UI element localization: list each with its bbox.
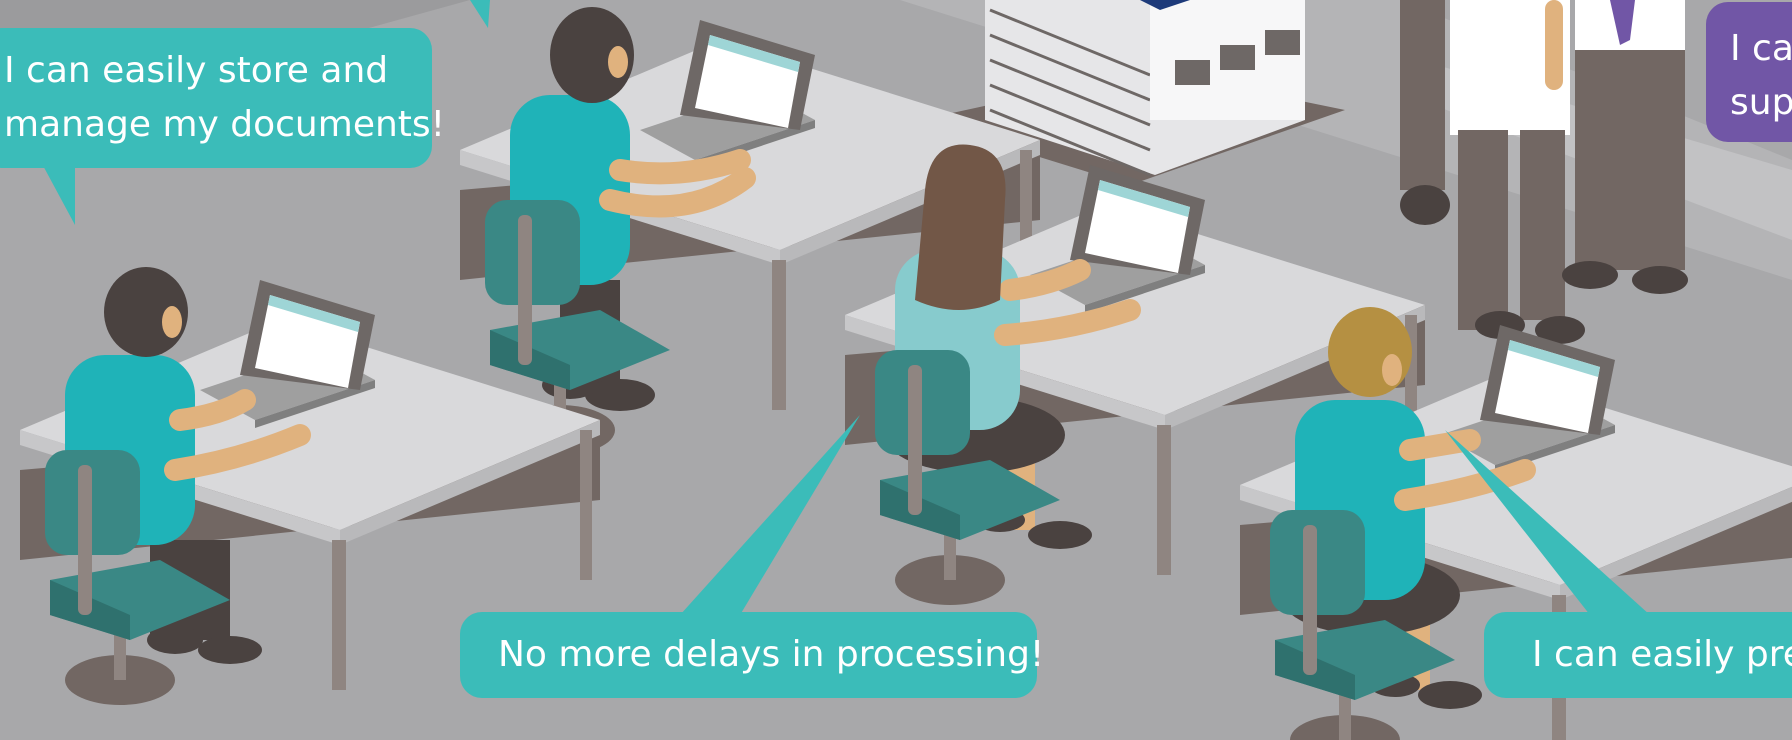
speech-bubble-store-documents: I can easily store and manage my documen… [0, 28, 446, 168]
bubble-line: sup [1730, 82, 1792, 123]
speech-bubble-no-delays: No more delays in processing! [460, 612, 1045, 698]
bubble-line: No more delays in processing! [498, 634, 1045, 675]
bubble-line: I can easily store and [4, 50, 389, 91]
speech-bubble-support: I ca sup [1706, 2, 1792, 142]
bubble-line: I can easily prep [1532, 634, 1792, 675]
bubble-line: I ca [1730, 28, 1792, 69]
speech-bubble-easily-prepare: I can easily prep [1484, 612, 1792, 698]
bubble-line: manage my documents! [4, 104, 446, 145]
